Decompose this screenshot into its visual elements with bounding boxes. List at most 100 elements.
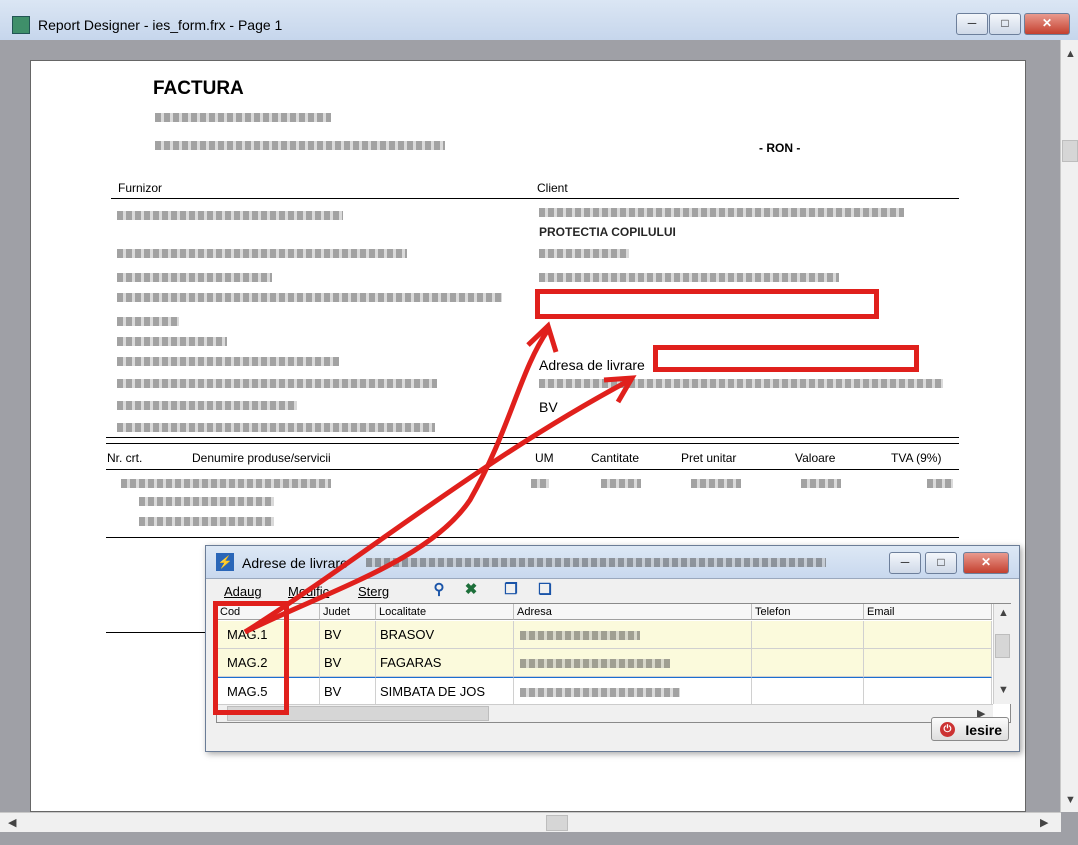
cell-localitate: FAGARAS bbox=[376, 649, 514, 677]
cpv-redacted-1 bbox=[139, 497, 274, 506]
line-vat-redacted bbox=[927, 479, 953, 488]
supplier-redacted-5 bbox=[117, 317, 179, 326]
cell-adresa bbox=[514, 649, 752, 677]
supplier-redacted-6 bbox=[117, 337, 227, 346]
invoice-title: FACTURA bbox=[153, 78, 244, 99]
exit-button[interactable]: ⏻ Iesire bbox=[931, 717, 1009, 741]
client-redacted-1 bbox=[539, 208, 904, 217]
col-tva: TVA (9%) bbox=[891, 451, 942, 465]
delivery-address-label: Adresa de livrare bbox=[539, 357, 645, 373]
col-cantitate: Cantitate bbox=[591, 451, 640, 465]
header-rule bbox=[111, 198, 959, 199]
col-nr-crt: Nr. crt. bbox=[107, 451, 143, 465]
cell-localitate: SIMBATA DE JOS bbox=[376, 677, 514, 705]
vertical-scroll-thumb[interactable] bbox=[1062, 140, 1078, 162]
app-icon bbox=[12, 16, 30, 34]
cell-adresa bbox=[514, 621, 752, 649]
table-row[interactable]: MAG.2 BV FAGARAS bbox=[217, 649, 992, 677]
grid-horizontal-scrollbar[interactable]: ▶ bbox=[217, 704, 993, 722]
annotation-box-delivery-address bbox=[653, 345, 919, 372]
annotation-box-cod-column bbox=[213, 601, 289, 715]
close-button[interactable]: ✕ bbox=[1024, 13, 1070, 35]
date-redacted bbox=[155, 141, 445, 150]
minimize-button[interactable]: ─ bbox=[956, 13, 988, 35]
delivery-addresses-dialog: ⚡ Adrese de livrare ─ □ ✕ Adaug Modific … bbox=[205, 545, 1020, 752]
scroll-left-icon[interactable]: ◀ bbox=[8, 816, 16, 829]
cell-judet: BV bbox=[320, 621, 376, 649]
line-value-redacted bbox=[801, 479, 841, 488]
menu-delete[interactable]: Sterg bbox=[358, 584, 389, 599]
cell-telefon bbox=[752, 649, 864, 677]
horizontal-scroll-thumb[interactable] bbox=[546, 815, 568, 831]
cell-judet: BV bbox=[320, 677, 376, 705]
supplier-label: Furnizor bbox=[118, 181, 163, 195]
dialog-maximize-button[interactable]: □ bbox=[925, 552, 957, 574]
cell-judet: BV bbox=[320, 649, 376, 677]
line-item-redacted bbox=[121, 479, 331, 488]
window-title: Report Designer - ies_form.frx - Page 1 bbox=[38, 17, 283, 33]
dialog-title: Adrese de livrare bbox=[242, 555, 348, 571]
col-header-localitate[interactable]: Localitate bbox=[376, 604, 514, 620]
table-header-rule bbox=[106, 469, 959, 470]
client-bold-line: PROTECTIA COPILULUI bbox=[539, 225, 676, 239]
menu-add[interactable]: Adaug bbox=[224, 584, 262, 599]
client-redacted-3 bbox=[539, 273, 839, 282]
supplier-redacted-10 bbox=[117, 423, 435, 432]
main-title-bar: Report Designer - ies_form.frx - Page 1 … bbox=[0, 0, 1078, 41]
grid-vertical-scrollbar[interactable]: ▲ ▼ bbox=[993, 604, 1011, 704]
copy-icon[interactable]: ❐ bbox=[502, 581, 520, 599]
maximize-button[interactable]: □ bbox=[989, 13, 1021, 35]
excel-icon[interactable]: ✖ bbox=[462, 581, 480, 599]
table-bottom-rule bbox=[106, 537, 959, 538]
line-price-redacted bbox=[691, 479, 741, 488]
col-pret-unitar: Pret unitar bbox=[681, 451, 737, 465]
table-row[interactable]: MAG.1 BV BRASOV bbox=[217, 621, 992, 649]
client-redacted-2 bbox=[539, 249, 629, 258]
supplier-redacted-1 bbox=[117, 211, 343, 220]
supplier-redacted-4 bbox=[117, 293, 502, 302]
supplier-redacted-2 bbox=[117, 249, 407, 258]
paste-icon[interactable]: ❏ bbox=[536, 581, 554, 599]
supplier-redacted-9 bbox=[117, 401, 297, 410]
grid-scroll-down-icon[interactable]: ▼ bbox=[998, 684, 1009, 696]
dialog-menu-bar: Adaug Modific Sterg ⚲ ✖ ❐ ❏ bbox=[206, 579, 1019, 603]
col-header-adresa[interactable]: Adresa bbox=[514, 604, 752, 620]
scroll-down-icon[interactable]: ▼ bbox=[1065, 794, 1076, 806]
series-number-redacted bbox=[155, 113, 331, 122]
table-row-selected[interactable]: MAG.5 BV SIMBATA DE JOS bbox=[217, 677, 992, 705]
dialog-title-bar: ⚡ Adrese de livrare ─ □ ✕ bbox=[206, 546, 1019, 579]
col-header-telefon[interactable]: Telefon bbox=[752, 604, 864, 620]
currency-label: - RON - bbox=[759, 141, 801, 155]
cell-localitate: BRASOV bbox=[376, 621, 514, 649]
cpv-redacted-2 bbox=[139, 517, 274, 526]
supplier-redacted-3 bbox=[117, 273, 272, 282]
power-icon: ⏻ bbox=[940, 722, 955, 737]
scroll-up-icon[interactable]: ▲ bbox=[1065, 48, 1076, 60]
line-qty-redacted bbox=[601, 479, 641, 488]
supplier-redacted-7 bbox=[117, 357, 339, 366]
horizontal-scrollbar[interactable]: ◀ ▶ bbox=[0, 812, 1061, 832]
col-um: UM bbox=[535, 451, 554, 465]
line-um-redacted bbox=[531, 479, 549, 488]
client-label: Client bbox=[537, 181, 568, 195]
cell-email bbox=[864, 677, 992, 705]
cell-email bbox=[864, 649, 992, 677]
grid-scroll-up-icon[interactable]: ▲ bbox=[998, 607, 1009, 619]
table-top-rule-2 bbox=[106, 443, 959, 444]
table-top-rule-1 bbox=[106, 437, 959, 438]
binoculars-icon[interactable]: ⚲ bbox=[430, 581, 448, 599]
supplier-redacted-8 bbox=[117, 379, 437, 388]
dialog-minimize-button[interactable]: ─ bbox=[889, 552, 921, 574]
grid-vertical-thumb[interactable] bbox=[995, 634, 1010, 658]
addresses-grid: Cod Judet Localitate Adresa Telefon Emai… bbox=[216, 603, 1011, 723]
vertical-scrollbar[interactable]: ▲ ▼ bbox=[1060, 40, 1078, 812]
col-header-email[interactable]: Email bbox=[864, 604, 992, 620]
scroll-right-icon[interactable]: ▶ bbox=[1040, 816, 1048, 829]
delivery-redacted bbox=[539, 379, 943, 388]
col-denumire: Denumire produse/servicii bbox=[192, 451, 331, 465]
dialog-close-button[interactable]: ✕ bbox=[963, 552, 1009, 574]
col-header-judet[interactable]: Judet bbox=[320, 604, 376, 620]
cell-adresa bbox=[514, 677, 752, 705]
menu-modify[interactable]: Modific bbox=[288, 584, 329, 599]
dialog-app-icon: ⚡ bbox=[216, 553, 234, 571]
